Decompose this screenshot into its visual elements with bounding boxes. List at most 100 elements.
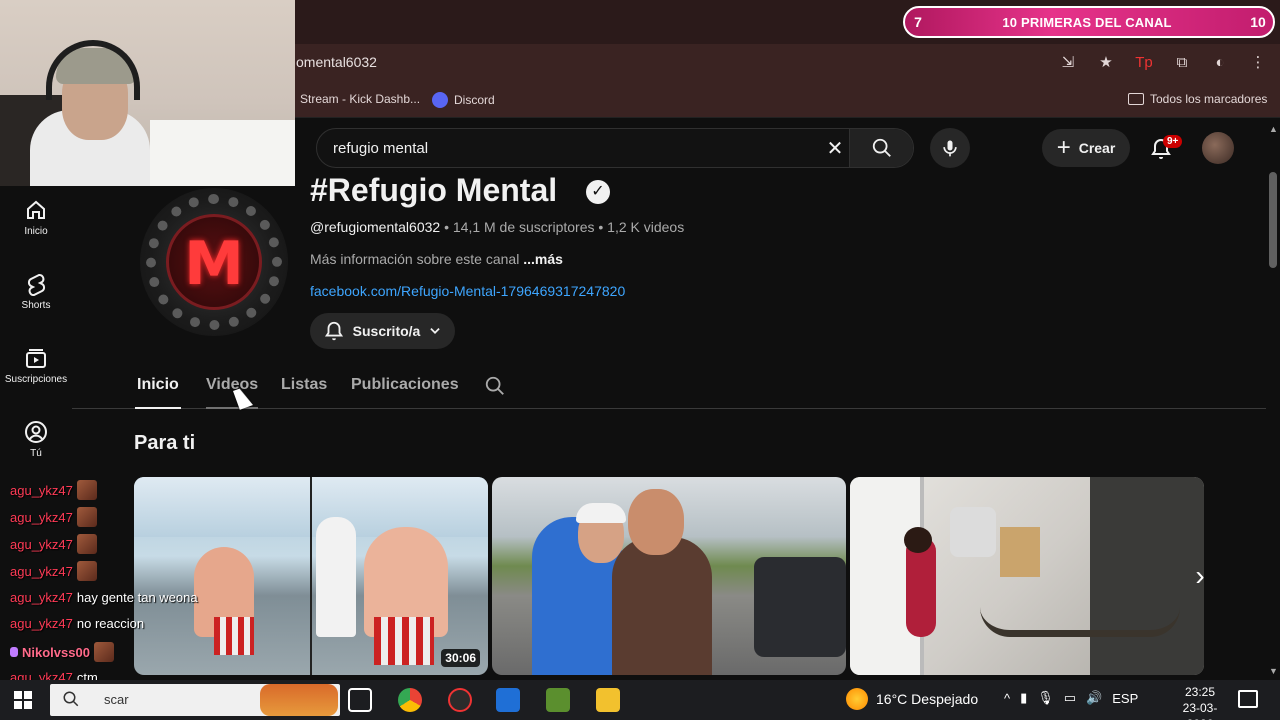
- chat-username: Nikolvss00: [22, 644, 90, 660]
- browser-menu-icon[interactable]: ⋮: [1248, 52, 1268, 72]
- obs-icon[interactable]: [448, 688, 472, 712]
- emote-icon: [76, 507, 97, 527]
- taskbar-search-text[interactable]: scar: [104, 692, 129, 707]
- channel-stats: • 14,1 M de suscriptores • 1,2 K videos: [440, 219, 685, 235]
- channel-search-icon[interactable]: [484, 375, 506, 397]
- sidebar-item-you[interactable]: Tú: [0, 420, 72, 459]
- banner-left-number: 7: [914, 14, 922, 30]
- weather-text: 16°C Despejado: [876, 691, 979, 707]
- search-box[interactable]: refugio mental ✕: [316, 128, 914, 168]
- profile-icon[interactable]: ◐: [1210, 52, 1230, 72]
- subscribed-button[interactable]: Suscrito/a: [310, 313, 455, 349]
- address-text[interactable]: omental6032: [296, 54, 377, 70]
- emote-icon: [93, 642, 114, 662]
- scrollbar-thumb[interactable]: [1269, 172, 1277, 268]
- system-tray: ^ ▮ 🎙 ▭ 🔊 ESP: [1004, 690, 1138, 706]
- chat-username: agu_ykz47: [10, 509, 73, 525]
- search-highlight-icon: [260, 684, 338, 716]
- app-blue-icon[interactable]: [496, 688, 520, 712]
- tab-videos[interactable]: Videos: [206, 376, 259, 409]
- extensions-icon[interactable]: ⧉: [1172, 52, 1192, 72]
- scroll-down-icon[interactable]: ▼: [1269, 666, 1278, 676]
- language-indicator[interactable]: ESP: [1112, 691, 1138, 706]
- scroll-up-icon[interactable]: ▲: [1269, 124, 1278, 134]
- weather-widget[interactable]: 16°C Despejado: [846, 688, 978, 710]
- voice-search-button[interactable]: [930, 128, 970, 168]
- chat-message: agu_ykz47: [10, 507, 97, 527]
- webcam-overlay: [0, 0, 295, 186]
- channel-meta: @refugiomental6032 • 14,1 M de suscripto…: [310, 219, 684, 235]
- microphone-icon[interactable]: 🎙: [1037, 690, 1054, 706]
- chevron-right-icon[interactable]: ›: [1185, 561, 1215, 591]
- channel-avatar-logo: M: [166, 214, 262, 310]
- search-input[interactable]: refugio mental: [333, 140, 428, 157]
- tray-chevron-icon[interactable]: ^: [1004, 691, 1010, 706]
- windows-start-icon[interactable]: [14, 691, 32, 709]
- bookmark-star-icon[interactable]: ★: [1096, 52, 1116, 72]
- channel-avatar[interactable]: M: [140, 188, 288, 336]
- account-avatar[interactable]: [1202, 132, 1234, 164]
- clock-date: 23-03-2026: [1182, 701, 1218, 720]
- chat-message: agu_ykz47: [10, 561, 97, 581]
- taskbar-search[interactable]: scar: [50, 684, 340, 716]
- tab-inicio[interactable]: Inicio: [135, 376, 181, 409]
- subscriptions-icon: [26, 349, 46, 368]
- sidebar-item-shorts[interactable]: Shorts: [0, 272, 72, 311]
- notification-center-icon[interactable]: [1238, 690, 1258, 708]
- file-explorer-icon[interactable]: [596, 688, 620, 712]
- tab-publicaciones[interactable]: Publicaciones: [351, 376, 459, 394]
- channel-name: #Refugio Mental: [310, 172, 558, 208]
- search-button[interactable]: [849, 129, 913, 167]
- more-link[interactable]: ...más: [523, 251, 563, 267]
- network-icon[interactable]: ▭: [1064, 690, 1076, 706]
- video-thumbnail[interactable]: 30:06: [134, 477, 488, 675]
- thumb-person-head: [904, 527, 932, 553]
- page-scrollbar[interactable]: ▲ ▼: [1266, 122, 1280, 678]
- search-icon: [872, 138, 891, 157]
- weather-sun-icon: [846, 688, 868, 710]
- sidebar-item-home[interactable]: Inicio: [0, 198, 72, 237]
- channel-handle: @refugiomental6032: [310, 219, 441, 235]
- subscribed-label: Suscrito/a: [352, 323, 421, 339]
- clear-search-icon[interactable]: ✕: [823, 137, 847, 161]
- tab-listas[interactable]: Listas: [281, 376, 327, 394]
- search-icon: [62, 690, 80, 713]
- volume-icon[interactable]: 🔊: [1086, 690, 1102, 706]
- address-bar-actions: ⇲ ★ Tp ⧉ ◐ ⋮: [1058, 52, 1268, 72]
- chat-username: agu_ykz47: [10, 563, 73, 579]
- extension-red-icon[interactable]: Tp: [1134, 52, 1154, 72]
- sidebar-item-label: Tú: [30, 448, 42, 459]
- discord-icon: [432, 92, 448, 108]
- bookmark-discord[interactable]: Discord: [432, 92, 495, 108]
- minecraft-icon[interactable]: [546, 688, 570, 712]
- thumb-person: [316, 517, 356, 637]
- chat-username: agu_ykz47: [10, 590, 73, 605]
- you-icon: [25, 421, 47, 443]
- all-bookmarks-label: Todos los marcadores: [1150, 92, 1268, 106]
- video-thumbnail[interactable]: [492, 477, 846, 675]
- channel-description[interactable]: Más información sobre este canal ...más: [310, 251, 563, 267]
- chat-message: agu_ykz47: [10, 534, 97, 554]
- mic-icon: [943, 140, 957, 157]
- all-bookmarks[interactable]: Todos los marcadores: [1128, 92, 1267, 106]
- sidebar-item-subscriptions[interactable]: Suscripciones: [0, 346, 72, 385]
- windows-taskbar: scar 16°C Despejado ^ ▮ 🎙 ▭ 🔊 ESP 23:25 …: [0, 680, 1280, 720]
- channel-external-link[interactable]: facebook.com/Refugio-Mental-179646931724…: [310, 283, 625, 299]
- create-button[interactable]: + Crear: [1042, 129, 1130, 167]
- bookmark-stream-kick[interactable]: Stream - Kick Dashb...: [300, 92, 420, 106]
- video-thumbnail[interactable]: [850, 477, 1204, 675]
- install-app-icon[interactable]: ⇲: [1058, 52, 1078, 72]
- chrome-icon[interactable]: [398, 688, 422, 712]
- system-clock[interactable]: 23:25 23-03-2026: [1170, 684, 1230, 720]
- notifications-badge: 9+: [1163, 135, 1183, 148]
- tray-app-icon[interactable]: ▮: [1020, 690, 1027, 706]
- emote-icon: [76, 534, 97, 554]
- video-duration: 30:06: [441, 649, 480, 667]
- task-view-icon[interactable]: [348, 688, 372, 712]
- mic-badge-icon: [10, 647, 18, 657]
- chat-message: agu_ykz47 hay gente tan weona: [10, 590, 198, 605]
- stream-goal-banner: 7 10 PRIMERAS DEL CANAL 10: [903, 6, 1275, 38]
- clock-time: 23:25: [1184, 685, 1216, 699]
- chat-username: agu_ykz47: [10, 482, 73, 498]
- thumb-flag-shorts: [214, 617, 254, 655]
